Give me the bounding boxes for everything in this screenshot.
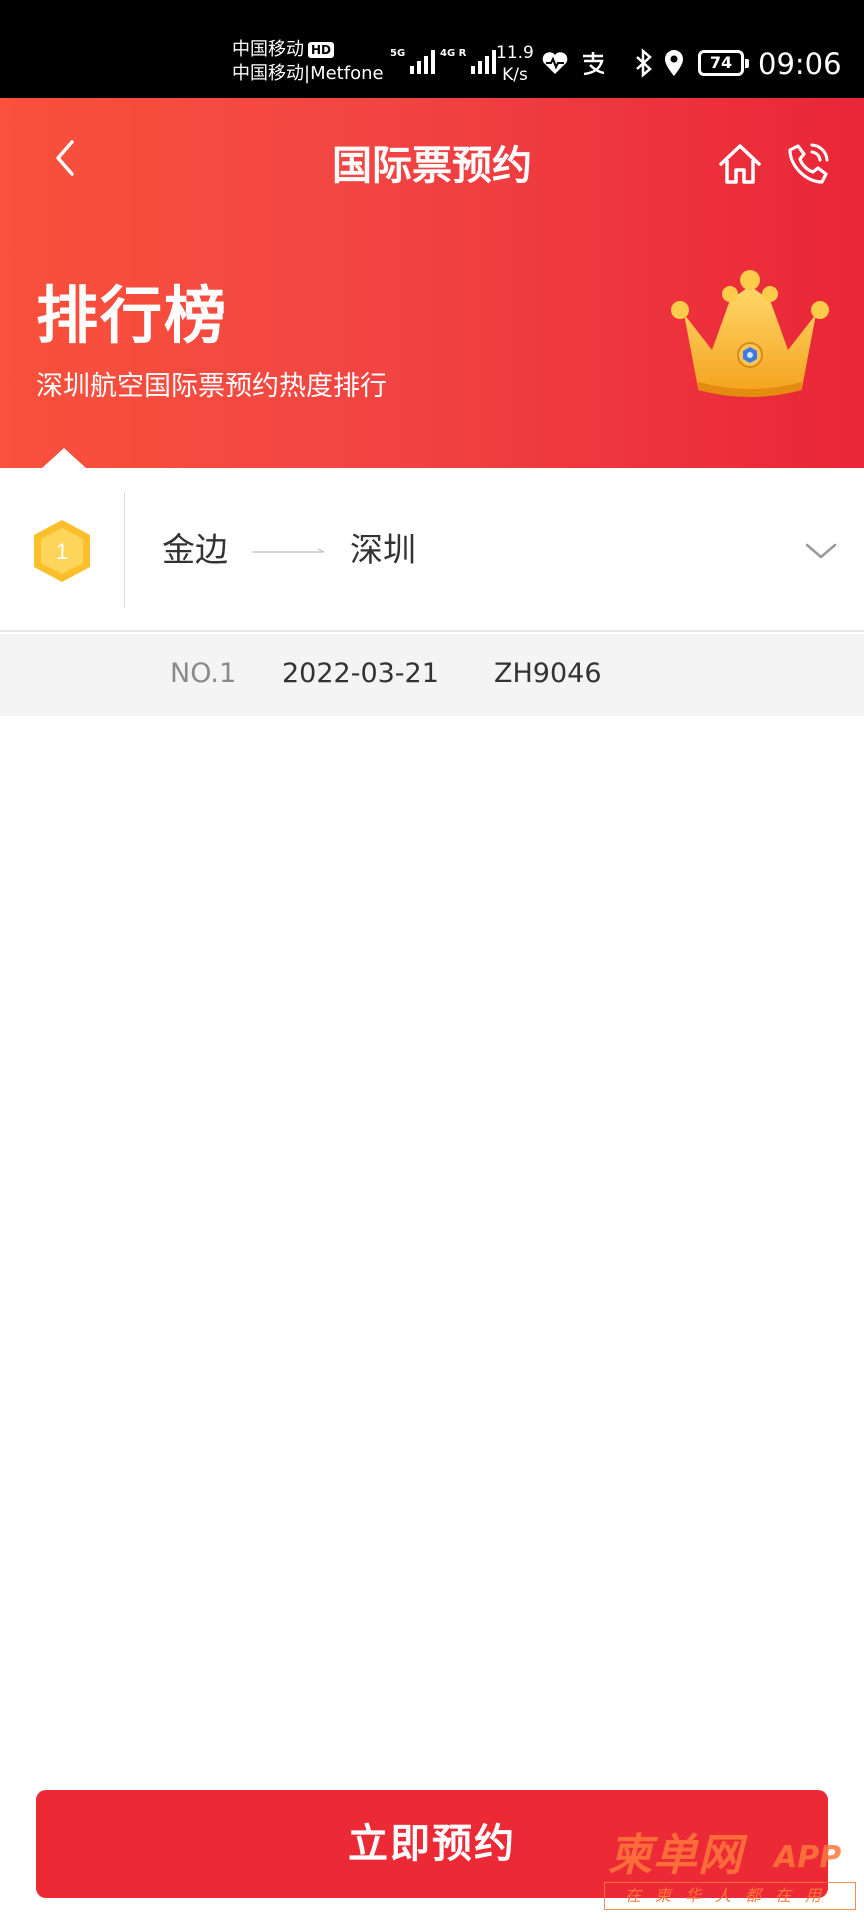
banner-notch bbox=[42, 448, 86, 468]
alipay-icon bbox=[578, 48, 608, 85]
destination-city: 深圳 bbox=[350, 530, 416, 569]
location-icon bbox=[662, 48, 686, 85]
banner-title: 排行榜 bbox=[36, 279, 229, 352]
crown-icon bbox=[671, 270, 829, 397]
ranking-detail-row: NO.1 2022-03-21 ZH9046 bbox=[0, 634, 864, 716]
home-button[interactable] bbox=[716, 140, 764, 188]
heart-rate-icon bbox=[540, 48, 570, 85]
chevron-down-icon[interactable] bbox=[804, 540, 838, 562]
network-5g-label: 5G bbox=[390, 48, 406, 59]
watermark-slogan: 在柬华人都在用 bbox=[604, 1882, 856, 1910]
carrier-info: 中国移动 HD 中国移动|Metfone bbox=[232, 38, 384, 86]
speed-value: 11.9 bbox=[496, 43, 534, 63]
header-banner: 国际票预约 排行榜 深圳航空国际票预约热度排行 bbox=[0, 98, 864, 468]
banner-subtitle: 深圳航空国际票预约热度排行 bbox=[36, 371, 387, 402]
hd-badge: HD bbox=[308, 42, 335, 58]
arrow-right-icon bbox=[252, 548, 325, 553]
rank-badge-icon: 1 bbox=[34, 520, 90, 582]
clock: 09:06 bbox=[758, 47, 842, 81]
network-speed: 11.9 K/s bbox=[496, 42, 534, 86]
phone-icon bbox=[788, 143, 829, 184]
speed-unit: K/s bbox=[502, 65, 528, 85]
battery-indicator: 74 bbox=[698, 50, 749, 76]
status-bar: 中国移动 HD 中国移动|Metfone 5G 4G R 11.9 K/s 74 … bbox=[0, 0, 864, 98]
signal-4g-icon: 4G R bbox=[440, 48, 497, 74]
phone-button[interactable] bbox=[784, 140, 832, 188]
divider bbox=[124, 492, 125, 608]
watermark-main: 柬单网 bbox=[608, 1830, 743, 1881]
bluetooth-icon bbox=[632, 48, 656, 85]
home-icon bbox=[719, 144, 761, 184]
carrier-2: 中国移动|Metfone bbox=[232, 63, 384, 84]
network-4g-label: 4G R bbox=[440, 48, 467, 59]
rank-number: 1 bbox=[56, 539, 68, 564]
origin-city: 金边 bbox=[162, 530, 228, 569]
signal-5g-icon: 5G bbox=[390, 48, 436, 74]
ranking-item[interactable]: 1 金边 深圳 bbox=[0, 468, 864, 632]
rank-label: NO.1 bbox=[170, 658, 237, 689]
carrier-1: 中国移动 bbox=[232, 39, 304, 60]
watermark-logo: 柬单网 APP 在柬华人都在用 bbox=[604, 1830, 856, 1916]
flight-date: 2022-03-21 bbox=[282, 658, 439, 689]
flight-number: ZH9046 bbox=[494, 658, 602, 689]
watermark-app: APP bbox=[774, 1840, 842, 1875]
